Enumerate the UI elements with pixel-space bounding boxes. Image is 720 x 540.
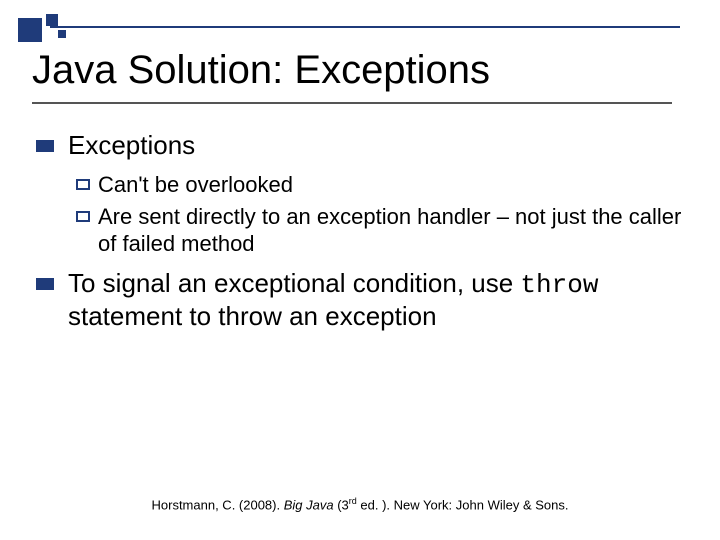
slide-body: Exceptions Can't be overlooked Are sent … bbox=[36, 130, 684, 342]
bullet-square-icon bbox=[36, 140, 54, 152]
ornament-top-rule bbox=[50, 26, 680, 28]
citation: Horstmann, C. (2008). Big Java (3rd ed. … bbox=[0, 496, 720, 512]
citation-edition-close: ed. ). New York: John Wiley & Sons. bbox=[357, 497, 569, 512]
sub-rest: be overlooked bbox=[149, 172, 293, 197]
ornament-cube-small bbox=[58, 30, 66, 38]
bullet-text: To signal an exceptional condition, use … bbox=[68, 268, 684, 332]
ornament-cube-medium bbox=[46, 14, 58, 26]
sub-prefix: Are bbox=[98, 204, 132, 229]
sub-bullets: Can't be overlooked Are sent directly to… bbox=[76, 171, 684, 258]
ornament-cube-large bbox=[18, 18, 42, 42]
citation-title: Big Java bbox=[284, 497, 334, 512]
bullet-pre: To signal an exceptional condition, use bbox=[68, 268, 520, 298]
bullet-level1: Exceptions bbox=[36, 130, 684, 161]
citation-edition-sup: rd bbox=[349, 496, 357, 506]
corner-ornament bbox=[18, 14, 118, 50]
title-underline bbox=[32, 102, 672, 104]
bullet-text: Can't be overlooked bbox=[98, 171, 684, 199]
bullet-text: Exceptions bbox=[68, 130, 684, 161]
bullet-text: Are sent directly to an exception handle… bbox=[98, 203, 684, 258]
sub-rest: sent directly to an exception handler – … bbox=[98, 204, 681, 257]
bullet-code: throw bbox=[520, 270, 598, 300]
citation-author: Horstmann, C. (2008). bbox=[152, 497, 284, 512]
bullet-hollow-square-icon bbox=[76, 211, 90, 222]
bullet-level2: Are sent directly to an exception handle… bbox=[76, 203, 684, 258]
bullet-level1: To signal an exceptional condition, use … bbox=[36, 268, 684, 332]
sub-prefix: Can't bbox=[98, 172, 149, 197]
citation-edition-open: (3 bbox=[334, 497, 349, 512]
bullet-square-icon bbox=[36, 278, 54, 290]
bullet-post: statement to throw an exception bbox=[68, 301, 437, 331]
bullet-hollow-square-icon bbox=[76, 179, 90, 190]
slide-title: Java Solution: Exceptions bbox=[32, 48, 688, 92]
slide: Java Solution: Exceptions Exceptions Can… bbox=[0, 0, 720, 540]
bullet-level2: Can't be overlooked bbox=[76, 171, 684, 199]
